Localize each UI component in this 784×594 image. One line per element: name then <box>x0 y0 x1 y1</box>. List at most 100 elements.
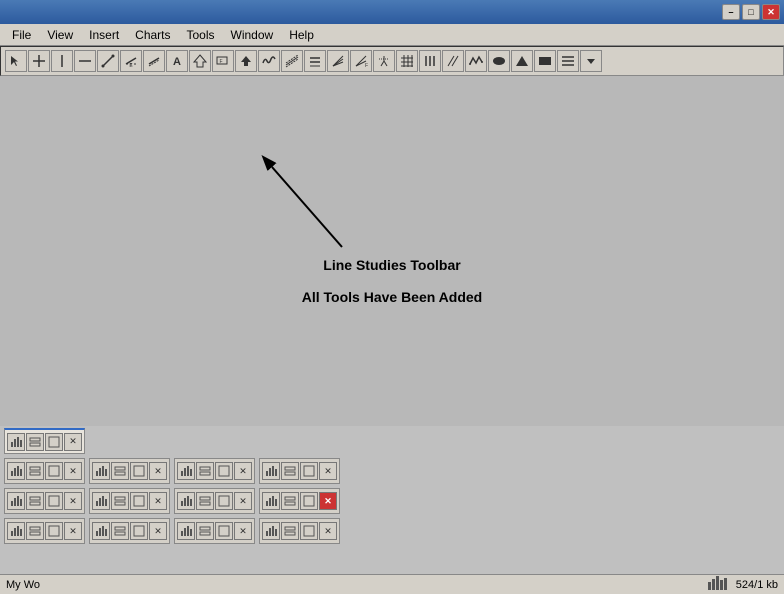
tab-stack-icon-3b[interactable] <box>111 492 129 510</box>
tab-chart-icon-3d[interactable] <box>262 492 280 510</box>
tab-stack-icon-2d[interactable] <box>281 462 299 480</box>
tab-stack-icon-2b[interactable] <box>111 462 129 480</box>
fork-tool[interactable] <box>373 50 395 72</box>
parallel-lines-tool[interactable] <box>304 50 326 72</box>
hatching-tool[interactable] <box>557 50 579 72</box>
tab-chart-icon-4c[interactable] <box>177 522 195 540</box>
tab-square-icon-3a[interactable] <box>45 492 63 510</box>
wave-tool[interactable] <box>258 50 280 72</box>
diagonal-lines-tool[interactable] <box>442 50 464 72</box>
tab-close-2a[interactable]: ✕ <box>64 462 82 480</box>
triangle-tool[interactable] <box>511 50 533 72</box>
select-tool[interactable] <box>5 50 27 72</box>
rectangle-tool[interactable] <box>534 50 556 72</box>
tab-chart-icon-2d[interactable] <box>262 462 280 480</box>
tab-close-1[interactable]: ✕ <box>64 433 82 451</box>
tab-stack-icon-4b[interactable] <box>111 522 129 540</box>
chart-tab-3d: ✕ <box>259 488 340 514</box>
menu-charts[interactable]: Charts <box>127 26 178 44</box>
chart-tab-4c: ✕ <box>174 518 255 544</box>
minimize-button[interactable]: – <box>722 4 740 20</box>
chart-row-4: ✕ ✕ ✕ ✕ <box>4 518 780 546</box>
tab-chart-icon-4d[interactable] <box>262 522 280 540</box>
up-arrow-tool[interactable] <box>235 50 257 72</box>
text-tool[interactable]: A <box>166 50 188 72</box>
tab-square-icon-2d[interactable] <box>300 462 318 480</box>
more-tools-dropdown[interactable] <box>580 50 602 72</box>
trend-line-tool[interactable] <box>97 50 119 72</box>
tab-stack-icon-3c[interactable] <box>196 492 214 510</box>
menu-insert[interactable]: Insert <box>81 26 127 44</box>
tab-stack-icon-4d[interactable] <box>281 522 299 540</box>
tab-stack-icon-3d[interactable] <box>281 492 299 510</box>
tab-square-icon-2c[interactable] <box>215 462 233 480</box>
tab-square-icon-2b[interactable] <box>130 462 148 480</box>
status-bar: My Wo 524/1 kb <box>0 574 784 594</box>
arrow-tool[interactable] <box>189 50 211 72</box>
tab-square-icon-4a[interactable] <box>45 522 63 540</box>
title-bar: – □ ✕ <box>0 0 784 24</box>
tab-close-3c[interactable]: ✕ <box>234 492 252 510</box>
tab-close-3b[interactable]: ✕ <box>149 492 167 510</box>
tab-square-icon-4d[interactable] <box>300 522 318 540</box>
tab-close-3a[interactable]: ✕ <box>64 492 82 510</box>
vertical-line-tool[interactable] <box>51 50 73 72</box>
tab-square-icon-1[interactable] <box>45 433 63 451</box>
tab-chart-icon-3c[interactable] <box>177 492 195 510</box>
tab-stack-icon-2c[interactable] <box>196 462 214 480</box>
tab-chart-icon-2c[interactable] <box>177 462 195 480</box>
gann-fan-tool[interactable]: F <box>350 50 372 72</box>
menu-help[interactable]: Help <box>281 26 322 44</box>
chart-tab-4d: ✕ <box>259 518 340 544</box>
tab-stack-icon-3a[interactable] <box>26 492 44 510</box>
menu-view[interactable]: View <box>39 26 81 44</box>
tab-square-icon-3c[interactable] <box>215 492 233 510</box>
channel-tool[interactable] <box>143 50 165 72</box>
ellipse-tool[interactable] <box>488 50 510 72</box>
tab-close-4a[interactable]: ✕ <box>64 522 82 540</box>
regression-tool[interactable] <box>281 50 303 72</box>
tab-chart-icon-3b[interactable] <box>92 492 110 510</box>
tab-stack-icon-1[interactable] <box>26 433 44 451</box>
annotation-wrapper: Line Studies Toolbar All Tools Have Been… <box>302 257 482 305</box>
tab-square-icon-4b[interactable] <box>130 522 148 540</box>
tab-close-4d[interactable]: ✕ <box>319 522 337 540</box>
grid-tool[interactable] <box>396 50 418 72</box>
tab-chart-icon-4b[interactable] <box>92 522 110 540</box>
tab-stack-icon-4c[interactable] <box>196 522 214 540</box>
maximize-button[interactable]: □ <box>742 4 760 20</box>
tab-chart-icon-2b[interactable] <box>92 462 110 480</box>
tab-chart-icon-2a[interactable] <box>7 462 25 480</box>
svg-text:A: A <box>173 56 181 68</box>
zigzag-tool[interactable] <box>465 50 487 72</box>
tab-chart-icon-1[interactable] <box>7 433 25 451</box>
chart-tab-4a: ✕ <box>4 518 85 544</box>
price-label-tool[interactable]: F <box>212 50 234 72</box>
tab-square-icon-2a[interactable] <box>45 462 63 480</box>
tab-close-2b[interactable]: ✕ <box>149 462 167 480</box>
chart-tab-4b: ✕ <box>89 518 170 544</box>
tab-close-active-3d[interactable]: ✕ <box>319 492 337 510</box>
crosshair-tool[interactable] <box>28 50 50 72</box>
tab-square-icon-4c[interactable] <box>215 522 233 540</box>
tab-stack-icon-4a[interactable] <box>26 522 44 540</box>
tab-close-4c[interactable]: ✕ <box>234 522 252 540</box>
tab-square-icon-3b[interactable] <box>130 492 148 510</box>
vertical-bars-tool[interactable] <box>419 50 441 72</box>
tab-close-2c[interactable]: ✕ <box>234 462 252 480</box>
menu-file[interactable]: File <box>4 26 39 44</box>
tab-close-4b[interactable]: ✕ <box>149 522 167 540</box>
horizontal-line-tool[interactable] <box>74 50 96 72</box>
menu-window[interactable]: Window <box>223 26 282 44</box>
tab-chart-icon-3a[interactable] <box>7 492 25 510</box>
tab-chart-icon-4a[interactable] <box>7 522 25 540</box>
tab-stack-icon-2a[interactable] <box>26 462 44 480</box>
chart-tab-2c: ✕ <box>174 458 255 484</box>
speed-lines-tool[interactable] <box>327 50 349 72</box>
tab-close-2d[interactable]: ✕ <box>319 462 337 480</box>
close-button[interactable]: ✕ <box>762 4 780 20</box>
chart-tab-3a: ✕ <box>4 488 85 514</box>
trend-angle-tool[interactable]: E <box>120 50 142 72</box>
tab-square-icon-3d[interactable] <box>300 492 318 510</box>
menu-tools[interactable]: Tools <box>179 26 223 44</box>
